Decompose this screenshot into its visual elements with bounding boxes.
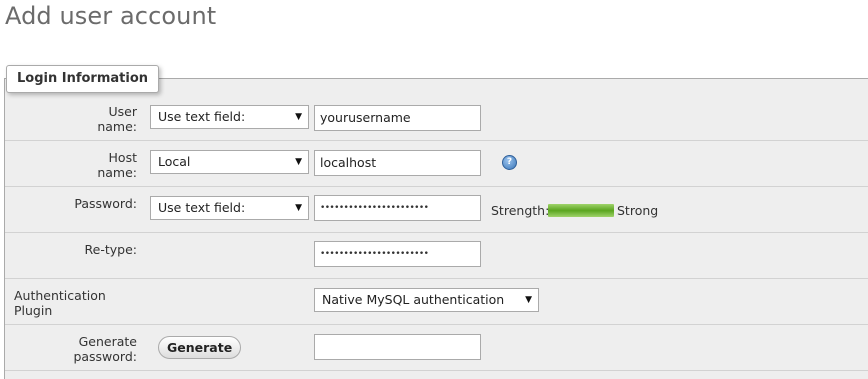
password-mode-select[interactable]: Use text field: ▼	[150, 196, 309, 220]
generate-password-label: Generate password:	[73, 334, 137, 364]
host-name-mode-select[interactable]: Local ▼	[150, 150, 309, 174]
strength-value: Strong	[617, 203, 659, 218]
chevron-down-icon: ▼	[295, 112, 302, 122]
host-name-mode-value: Local	[158, 154, 191, 169]
user-name-label: User name:	[97, 104, 137, 134]
generate-button[interactable]: Generate	[158, 336, 242, 359]
auth-plugin-value: Native MySQL authentication	[322, 292, 505, 307]
user-name-input[interactable]: yourusername	[314, 105, 481, 131]
retype-row: Re-type: •••••••••••••••••••••••	[5, 233, 868, 279]
user-name-mode-value: Use text field:	[158, 109, 246, 124]
password-mode-value: Use text field:	[158, 200, 246, 215]
host-name-input[interactable]: localhost	[314, 150, 481, 176]
retype-password-input[interactable]: •••••••••••••••••••••••	[314, 241, 481, 267]
chevron-down-icon: ▼	[295, 203, 302, 213]
fieldset-legend: Login Information	[6, 65, 160, 93]
auth-plugin-row: Authentication Plugin Native MySQL authe…	[5, 279, 868, 325]
host-name-label: Host name:	[97, 150, 137, 180]
page-title: Add user account	[5, 2, 217, 30]
auth-plugin-select[interactable]: Native MySQL authentication ▼	[314, 288, 539, 312]
chevron-down-icon: ▼	[295, 157, 302, 167]
user-name-mode-select[interactable]: Use text field: ▼	[150, 105, 309, 129]
auth-plugin-label: Authentication Plugin	[14, 288, 106, 318]
host-name-row: Host name: Local ▼ localhost ?	[5, 141, 868, 187]
retype-label: Re-type:	[84, 242, 137, 257]
strength-label: Strength:	[491, 203, 550, 218]
password-input[interactable]: •••••••••••••••••••••••	[314, 195, 481, 221]
password-label: Password:	[74, 196, 137, 211]
password-strength-meter	[548, 204, 614, 217]
password-row: Password: Use text field: ▼ ••••••••••••…	[5, 187, 868, 233]
help-question-icon[interactable]: ?	[502, 155, 517, 170]
user-name-row: User name: Use text field: ▼ yourusernam…	[5, 95, 868, 141]
generate-password-row: Generate password: Generate	[5, 325, 868, 371]
chevron-down-icon: ▼	[525, 295, 532, 305]
generated-password-input[interactable]	[314, 334, 481, 360]
